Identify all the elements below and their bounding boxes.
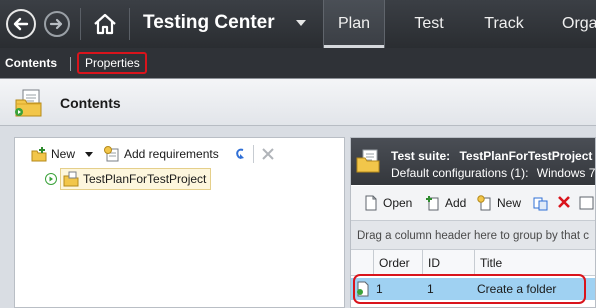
column-header-id[interactable]: ID bbox=[422, 250, 474, 276]
back-button[interactable] bbox=[6, 9, 36, 39]
tree-item-label: TestPlanForTestProject bbox=[83, 172, 207, 186]
properties-highlight-box bbox=[77, 52, 147, 74]
divider bbox=[80, 8, 81, 40]
group-by-hint: Drag a column header here to group by th… bbox=[357, 230, 590, 242]
new-test-case-button[interactable]: New bbox=[477, 195, 521, 211]
tree-item-selected[interactable]: TestPlanForTestProject bbox=[60, 168, 212, 190]
open-button-label: Open bbox=[383, 196, 413, 210]
tab-plan[interactable]: Plan bbox=[323, 0, 385, 48]
divider bbox=[129, 8, 130, 40]
close-icon bbox=[262, 148, 274, 160]
add-requirements-icon bbox=[104, 146, 119, 162]
new-button-label: New bbox=[51, 147, 76, 161]
suite-header: Test suite: TestPlanForTestProject Defau… bbox=[351, 138, 595, 185]
suite-title-prefix: Test suite: bbox=[391, 149, 451, 163]
open-button[interactable]: Open bbox=[363, 195, 412, 211]
plan-tree-pane: New Add requirements TestPlanForTestProj… bbox=[14, 137, 345, 308]
edit-icon bbox=[579, 196, 594, 210]
row-indicator-header bbox=[351, 250, 373, 276]
suite-title: Test suite: TestPlanForTestProject bbox=[391, 149, 592, 163]
column-header-order[interactable]: Order bbox=[373, 250, 422, 276]
remove-button[interactable] bbox=[557, 195, 571, 209]
forward-arrow-icon bbox=[49, 18, 63, 30]
back-arrow-icon bbox=[13, 17, 29, 31]
test-suite-icon bbox=[356, 149, 380, 173]
suite-title-name: TestPlanForTestProject bbox=[459, 149, 593, 163]
chevron-down-icon[interactable] bbox=[85, 151, 94, 157]
suite-toolbar: Open Add New bbox=[351, 186, 595, 220]
tab-track[interactable]: Track bbox=[474, 0, 534, 48]
add-requirements-label: Add requirements bbox=[124, 147, 219, 161]
refresh-icon bbox=[236, 148, 244, 159]
add-test-case-icon bbox=[426, 196, 439, 211]
divider bbox=[253, 145, 254, 163]
home-button[interactable] bbox=[92, 11, 118, 37]
config-value[interactable]: Windows 7 bbox=[537, 166, 595, 180]
new-button-label: New bbox=[497, 196, 522, 210]
add-requirements-button[interactable]: Add requirements bbox=[104, 145, 219, 163]
copy-button[interactable] bbox=[533, 195, 553, 211]
group-by-bar[interactable]: Drag a column header here to group by th… bbox=[351, 220, 595, 250]
tab-organize[interactable]: Orga bbox=[552, 0, 596, 48]
page-title: Contents bbox=[60, 95, 121, 111]
config-label: Default configurations (1): bbox=[391, 166, 529, 180]
home-icon bbox=[94, 13, 116, 35]
app-title: Testing Center bbox=[143, 12, 275, 33]
column-header-title[interactable]: Title bbox=[474, 250, 595, 276]
grid-header: Order ID Title bbox=[351, 250, 595, 276]
forward-button[interactable] bbox=[44, 11, 70, 37]
new-button[interactable]: New bbox=[31, 145, 94, 163]
subtab-contents[interactable]: Contents bbox=[5, 56, 57, 70]
new-folder-icon bbox=[31, 147, 47, 162]
app-title-dropdown-icon[interactable] bbox=[296, 20, 306, 26]
row-highlight-box bbox=[353, 274, 586, 304]
copy-icon bbox=[533, 197, 548, 211]
more-button[interactable] bbox=[579, 195, 595, 211]
open-document-icon bbox=[365, 195, 377, 211]
folder-plan-icon bbox=[63, 171, 79, 187]
delete-button[interactable] bbox=[261, 145, 275, 163]
refresh-button[interactable] bbox=[233, 145, 247, 163]
test-plan-icon bbox=[15, 89, 42, 117]
new-test-case-icon bbox=[477, 195, 491, 211]
expand-play-icon[interactable] bbox=[45, 173, 57, 185]
divider bbox=[70, 57, 71, 71]
contents-header: Contents bbox=[0, 78, 596, 126]
top-bar: Testing Center Plan Test Track Orga bbox=[0, 0, 596, 48]
add-button-label: Add bbox=[445, 196, 467, 210]
suite-configurations: Default configurations (1): Windows 7 bbox=[391, 166, 595, 180]
add-button[interactable]: Add bbox=[425, 195, 466, 211]
delete-icon bbox=[558, 196, 570, 208]
tree-item-root[interactable]: TestPlanForTestProject bbox=[45, 168, 212, 190]
tab-test[interactable]: Test bbox=[400, 0, 458, 48]
